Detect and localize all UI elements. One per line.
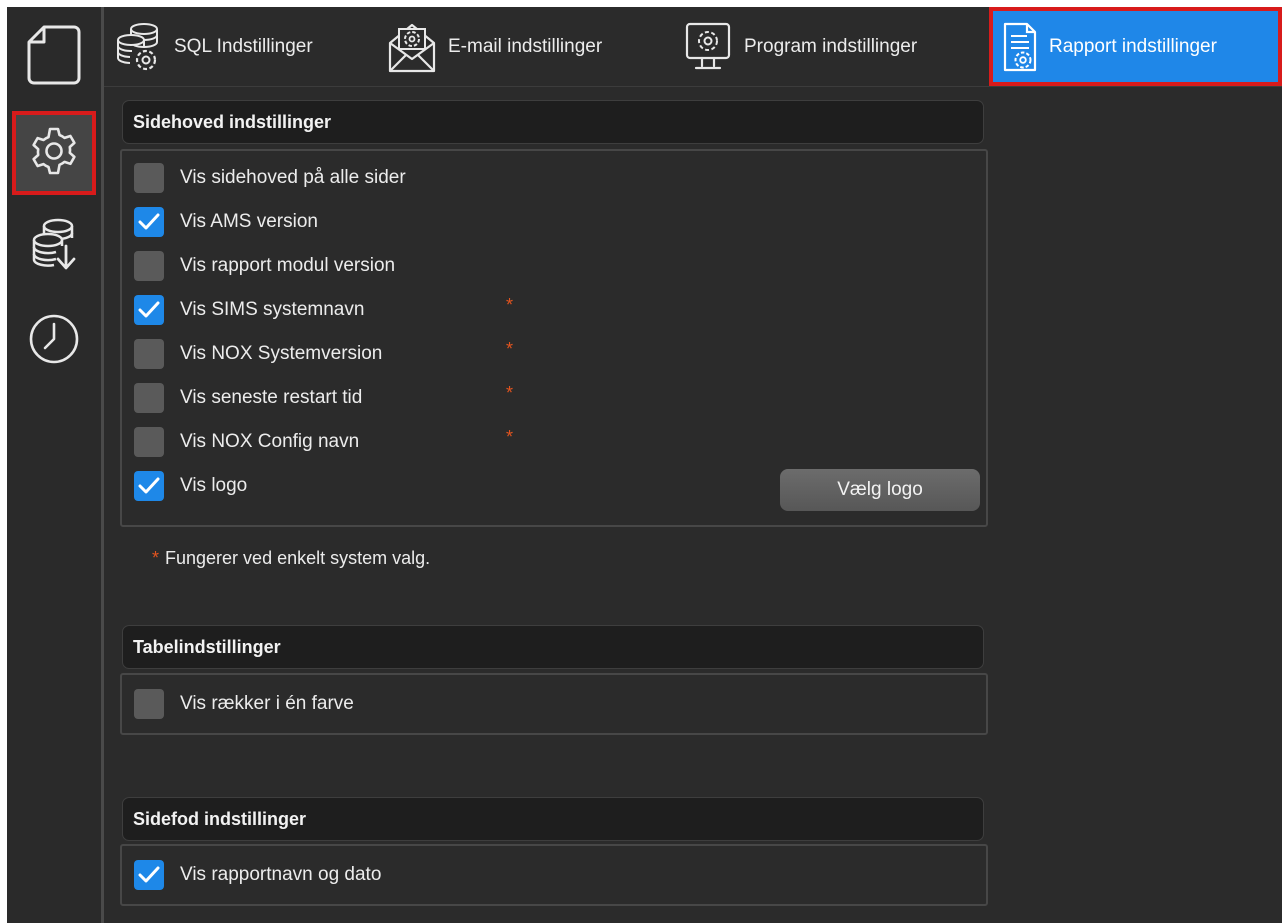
- settings-tabbar: SQL Indstillinger E-mail indstillinger P…: [104, 7, 1282, 87]
- gear-icon: [28, 125, 80, 182]
- checkbox-label: Vis SIMS systemnavn: [180, 299, 365, 320]
- checkbox-label: Vis sidehoved på alle sider: [180, 167, 406, 188]
- check-icon: [138, 301, 160, 318]
- checkbox-label: Vis NOX Config navn: [180, 431, 360, 452]
- section-title-footer-settings: Sidefod indstillinger: [122, 797, 984, 841]
- checkbox-show-logo[interactable]: Vis logo: [134, 469, 247, 503]
- tab-label: SQL Indstillinger: [174, 35, 313, 57]
- table-settings-box: Vis rækker i én farve: [120, 673, 988, 735]
- checkbox[interactable]: [134, 207, 164, 237]
- checkbox[interactable]: [134, 860, 164, 890]
- checkbox[interactable]: [134, 339, 164, 369]
- report-gear-icon: [1001, 20, 1039, 74]
- checkbox-label: Vis seneste restart tid: [180, 387, 363, 408]
- monitor-gear-icon: [682, 20, 734, 74]
- checkbox-show-report-module-version[interactable]: Vis rapport modul version: [134, 249, 395, 283]
- choose-logo-button[interactable]: Vælg logo: [780, 469, 980, 511]
- report-settings-panel: Sidehoved indstillinger Vis sidehoved på…: [104, 86, 1282, 923]
- footer-settings-box: Vis rapportnavn og dato: [120, 844, 988, 906]
- checkbox[interactable]: [134, 251, 164, 281]
- checkbox[interactable]: [134, 427, 164, 457]
- checkbox-show-nox-systemversion[interactable]: Vis NOX Systemversion *: [134, 337, 534, 371]
- tab-email-settings[interactable]: E-mail indstillinger: [386, 7, 602, 86]
- database-gear-icon: [114, 20, 164, 74]
- section-title: Sidehoved indstillinger: [133, 111, 332, 132]
- checkbox-show-sims-systemname[interactable]: Vis SIMS systemnavn *: [134, 293, 534, 327]
- sidebar-item-settings[interactable]: [12, 111, 96, 195]
- database-download-icon: [28, 216, 80, 279]
- tab-program-settings[interactable]: Program indstillinger: [682, 7, 917, 86]
- check-icon: [138, 477, 160, 494]
- sidebar-item-documents[interactable]: [12, 15, 96, 99]
- check-icon: [138, 213, 160, 230]
- section-title: Sidefod indstillinger: [133, 808, 307, 829]
- checkbox-label: Vis rækker i én farve: [180, 693, 354, 714]
- tab-label: Program indstillinger: [744, 35, 918, 57]
- checkbox[interactable]: [134, 471, 164, 501]
- checkbox-label: Vis AMS version: [180, 211, 318, 232]
- checkbox-label: Vis rapport modul version: [180, 255, 396, 276]
- section-title-header-settings: Sidehoved indstillinger: [122, 100, 984, 144]
- checkbox-label: Vis logo: [180, 475, 248, 496]
- checkbox[interactable]: [134, 295, 164, 325]
- app-window: SQL Indstillinger E-mail indstillinger P…: [7, 7, 1282, 923]
- checkbox[interactable]: [134, 689, 164, 719]
- checkbox-show-nox-config-name[interactable]: Vis NOX Config navn *: [134, 425, 534, 459]
- tab-sql-settings[interactable]: SQL Indstillinger: [114, 7, 313, 86]
- checkbox-show-header-all-pages[interactable]: Vis sidehoved på alle sider: [134, 161, 406, 195]
- checkbox-label: Vis NOX Systemversion: [180, 343, 383, 364]
- checkbox-show-last-restart-time[interactable]: Vis seneste restart tid *: [134, 381, 534, 415]
- clock-icon: [27, 312, 81, 371]
- section-title-table-settings: Tabelindstillinger: [122, 625, 984, 669]
- checkbox[interactable]: [134, 163, 164, 193]
- checkbox-label: Vis rapportnavn og dato: [180, 864, 382, 885]
- checkbox-show-report-name-and-date[interactable]: Vis rapportnavn og dato: [134, 858, 381, 892]
- sidebar-item-history[interactable]: [12, 299, 96, 383]
- footnote: * Fungerer ved enkelt system valg.: [152, 548, 430, 569]
- checkbox-rows-single-color[interactable]: Vis rækker i én farve: [134, 687, 354, 721]
- header-settings-box: Vis sidehoved på alle sider Vis AMS vers…: [120, 149, 988, 527]
- section-title: Tabelindstillinger: [133, 636, 281, 657]
- check-icon: [138, 866, 160, 883]
- document-icon: [26, 24, 82, 91]
- sidebar: [7, 7, 104, 923]
- envelope-gear-icon: [386, 19, 438, 75]
- checkbox-show-ams-version[interactable]: Vis AMS version: [134, 205, 318, 239]
- footnote-text: Fungerer ved enkelt system valg.: [165, 548, 431, 568]
- tab-label: Rapport indstillinger: [1049, 35, 1217, 57]
- asterisk-marker: *: [506, 339, 514, 359]
- sidebar-item-database-export[interactable]: [12, 205, 96, 289]
- asterisk-marker: *: [506, 295, 514, 315]
- asterisk-marker: *: [506, 427, 514, 447]
- asterisk-marker: *: [506, 383, 514, 403]
- checkbox[interactable]: [134, 383, 164, 413]
- tab-report-settings[interactable]: Rapport indstillinger: [989, 7, 1282, 86]
- footnote-asterisk: *: [152, 548, 160, 568]
- tab-label: E-mail indstillinger: [448, 35, 603, 57]
